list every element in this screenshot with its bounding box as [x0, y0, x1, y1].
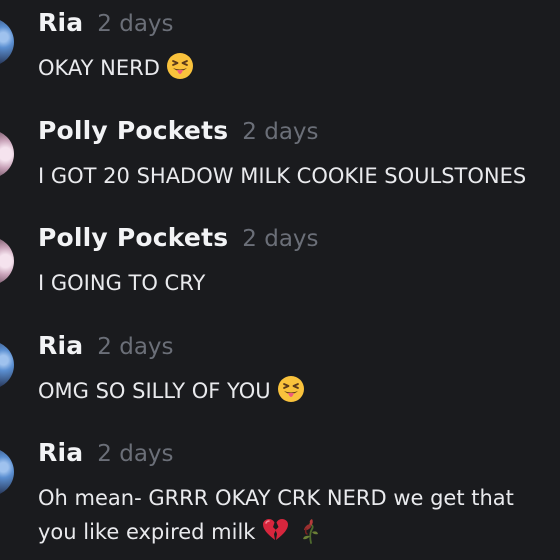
- timestamp: 2 days: [97, 441, 174, 467]
- username[interactable]: Ria: [38, 331, 83, 360]
- user-avatar-polly[interactable]: [0, 237, 14, 285]
- message-text: I GOING TO CRY: [38, 271, 206, 295]
- message-header: Ria 2 days: [38, 331, 174, 371]
- message-header: Ria 2 days: [38, 438, 174, 478]
- message-body: OKAY NERD: [38, 56, 160, 80]
- username[interactable]: Ria: [38, 8, 83, 37]
- squinting-face-with-tongue-icon: [166, 52, 194, 80]
- username[interactable]: Polly Pockets: [38, 223, 228, 252]
- timestamp: 2 days: [242, 226, 319, 252]
- message-text: OMG SO SILLY OF YOU: [38, 374, 558, 408]
- username[interactable]: Polly Pockets: [38, 116, 228, 145]
- message-text: Oh mean- GRRR OKAY CRK NERD we get that …: [38, 481, 550, 549]
- wilted-flower-icon: [295, 516, 323, 544]
- message-text: OKAY NERD: [38, 51, 558, 85]
- timestamp: 2 days: [97, 11, 174, 37]
- message-header: Polly Pockets 2 days: [38, 223, 319, 263]
- user-avatar-ria[interactable]: [0, 341, 14, 389]
- username[interactable]: Ria: [38, 438, 83, 467]
- user-avatar-ria[interactable]: [0, 18, 14, 66]
- user-avatar-polly[interactable]: [0, 130, 14, 178]
- message-header: Ria 2 days: [38, 8, 174, 48]
- message-text: I GOT 20 SHADOW MILK COOKIE SOULSTONES: [38, 164, 527, 188]
- message-body: OMG SO SILLY OF YOU: [38, 379, 271, 403]
- user-avatar-ria[interactable]: [0, 448, 14, 496]
- chat-message-list: Ria 2 days OKAY NERD Polly Pockets 2 day…: [0, 0, 560, 560]
- timestamp: 2 days: [97, 334, 174, 360]
- broken-heart-icon: [261, 516, 289, 544]
- message-header: Polly Pockets 2 days: [38, 116, 319, 156]
- timestamp: 2 days: [242, 119, 319, 145]
- squinting-face-with-tongue-icon: [277, 375, 305, 403]
